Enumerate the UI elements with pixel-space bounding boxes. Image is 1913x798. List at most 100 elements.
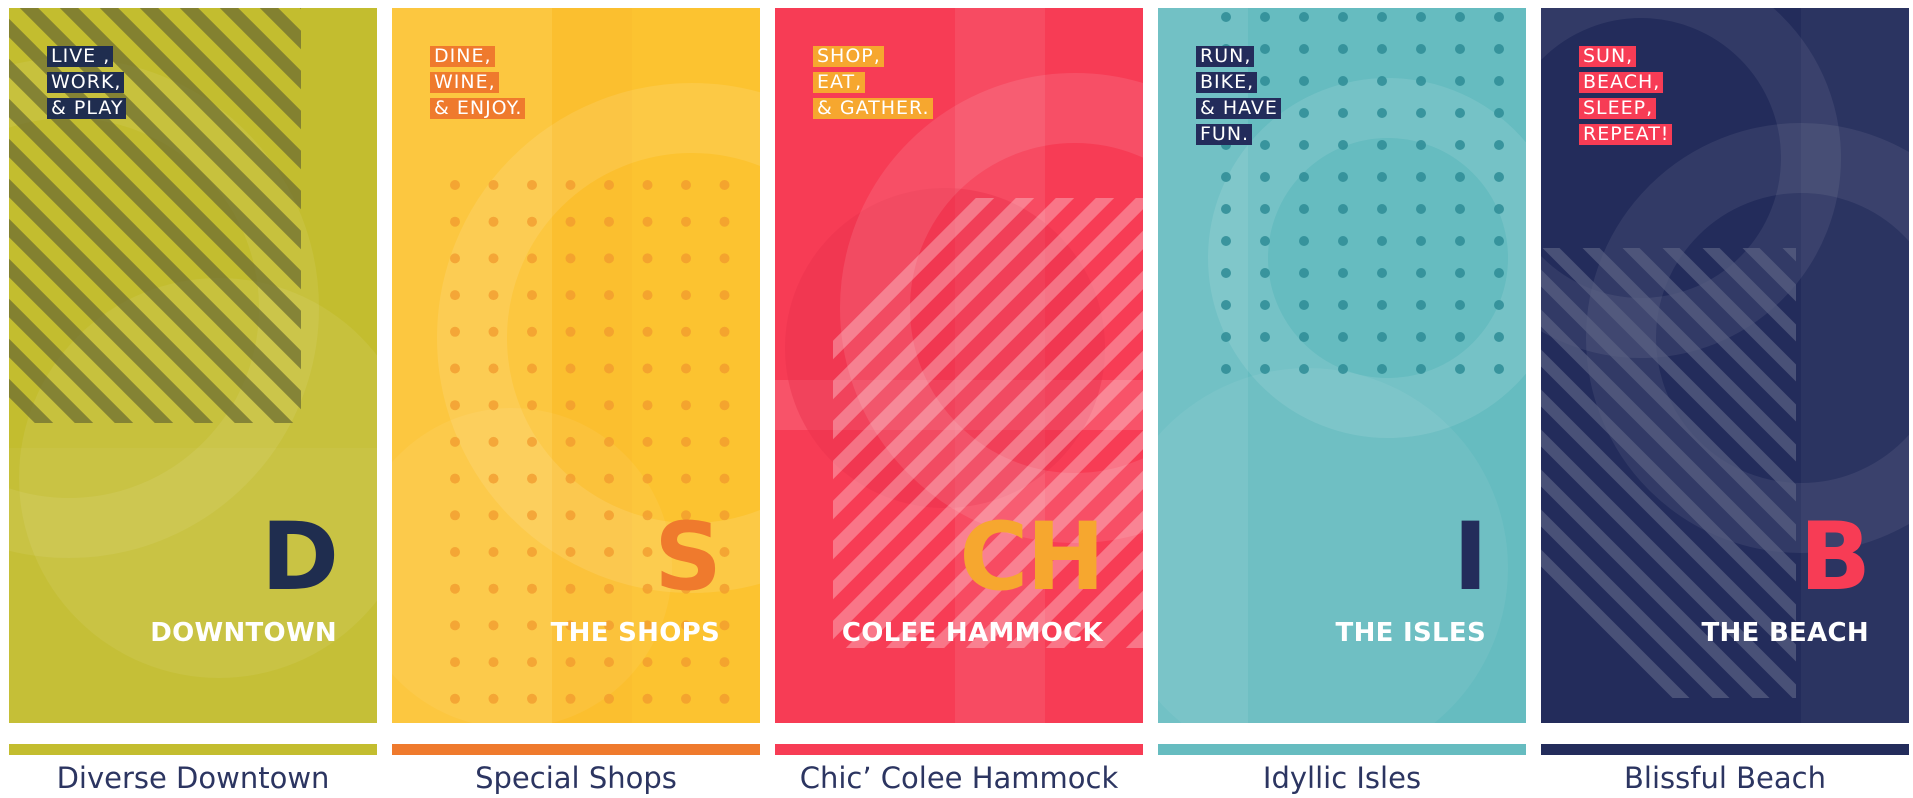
pattern-dot xyxy=(719,436,730,447)
pattern-dot xyxy=(450,510,460,521)
pattern-dot xyxy=(1221,172,1231,182)
pattern-dot xyxy=(527,620,537,631)
pattern-dot xyxy=(527,216,537,227)
pattern-dot xyxy=(604,400,614,411)
pattern-dot xyxy=(1260,268,1270,278)
tagline-word: SHOP, xyxy=(813,46,884,67)
tagline-word: & HAVE xyxy=(1196,98,1281,119)
pattern-dot xyxy=(604,657,614,668)
tagline-word: WORK, xyxy=(47,72,125,93)
pattern-dot xyxy=(488,657,499,668)
pattern-dot xyxy=(1416,44,1426,54)
pattern-dot xyxy=(1260,364,1270,374)
tagline: SHOP, EAT, & GATHER. xyxy=(813,46,933,119)
pattern-dot xyxy=(719,216,730,227)
pattern-dot xyxy=(1377,76,1387,86)
pattern-dot xyxy=(450,363,460,374)
pattern-dot xyxy=(565,510,576,521)
caption-shops: Special Shops xyxy=(475,761,677,795)
pattern-dot xyxy=(527,547,537,557)
color-bar-shops xyxy=(392,744,760,755)
tagline: SUN, BEACH, SLEEP, REPEAT! xyxy=(1579,46,1673,145)
color-bar-colee-hammock xyxy=(775,744,1143,755)
pattern-dot xyxy=(1494,12,1504,22)
tagline-word: FUN. xyxy=(1196,124,1253,145)
pattern-dot xyxy=(1494,140,1504,150)
district-name: THE SHOPS xyxy=(550,618,720,648)
pattern-dot xyxy=(1455,236,1465,246)
pattern-dot xyxy=(642,180,653,190)
pattern-dot xyxy=(1299,140,1309,150)
pattern-dot xyxy=(527,326,537,337)
pattern-dot xyxy=(642,583,653,594)
pattern-dot xyxy=(1455,300,1465,310)
caption-beach: Blissful Beach xyxy=(1624,761,1826,795)
pattern-dot xyxy=(450,216,460,227)
pattern-dot xyxy=(1377,108,1387,118)
pattern-dot xyxy=(681,400,691,411)
pattern-dot xyxy=(1416,76,1426,86)
color-bar-downtown xyxy=(9,744,377,755)
pattern-dot xyxy=(1455,268,1465,278)
pattern-dot xyxy=(1299,364,1309,374)
tagline-word: DINE, xyxy=(430,46,495,67)
pattern-dot xyxy=(1221,300,1231,310)
pattern-dot xyxy=(1494,108,1504,118)
pattern-dot xyxy=(1221,236,1231,246)
pattern-dot xyxy=(604,473,614,484)
pattern-dot xyxy=(719,180,730,190)
pattern-dot xyxy=(719,583,730,594)
pattern-dot xyxy=(1338,236,1348,246)
pattern-dot xyxy=(719,473,730,484)
district-name: THE ISLES xyxy=(1335,618,1486,648)
pattern-dot xyxy=(1494,76,1504,86)
district-letter: B xyxy=(1799,503,1871,612)
tagline-word: LIVE , xyxy=(47,46,114,67)
pattern-dot xyxy=(604,180,614,190)
pattern-dot xyxy=(565,400,576,411)
pattern-dot xyxy=(488,400,499,411)
pattern-dot xyxy=(719,253,730,264)
caption-downtown: Diverse Downtown xyxy=(56,761,330,795)
pattern-dot xyxy=(681,436,691,447)
pattern-dot xyxy=(488,216,499,227)
pattern-dot xyxy=(1338,332,1348,342)
pattern-dot xyxy=(1338,268,1348,278)
pattern-dot xyxy=(1260,204,1270,214)
pattern-dot xyxy=(527,657,537,668)
pattern-dot xyxy=(1494,204,1504,214)
tagline-word: REPEAT! xyxy=(1579,124,1673,145)
pattern-dot xyxy=(1260,300,1270,310)
pattern-dot xyxy=(488,180,499,190)
pattern-dot xyxy=(604,436,614,447)
tagline-word: & ENJOY. xyxy=(430,98,526,119)
pattern-dot xyxy=(1377,364,1387,374)
pattern-dot xyxy=(1299,12,1309,22)
pattern-dot xyxy=(565,436,576,447)
pattern-dot xyxy=(1338,300,1348,310)
pattern-dot xyxy=(450,436,460,447)
pattern-dot xyxy=(527,363,537,374)
pattern-dot xyxy=(565,473,576,484)
pattern-dot xyxy=(1260,172,1270,182)
pattern-dot xyxy=(1494,44,1504,54)
pattern-dot xyxy=(1416,204,1426,214)
pattern-dot xyxy=(604,547,614,557)
pattern-dot xyxy=(604,583,614,594)
pattern-dot xyxy=(488,363,499,374)
pattern-dot xyxy=(1455,204,1465,214)
pattern-dot xyxy=(527,290,537,301)
pattern-dot xyxy=(642,547,653,557)
pattern-dot xyxy=(1260,236,1270,246)
pattern-dot xyxy=(488,510,499,521)
pattern-dot xyxy=(450,547,460,557)
tagline-word: BIKE, xyxy=(1196,72,1258,93)
pattern-dot xyxy=(642,473,653,484)
pattern-dot xyxy=(681,693,691,704)
tagline-word: EAT, xyxy=(813,72,866,93)
pattern-dot xyxy=(565,363,576,374)
pattern-dot xyxy=(527,400,537,411)
pattern-dot xyxy=(527,473,537,484)
pattern-dot xyxy=(1299,204,1309,214)
pattern-dot xyxy=(642,693,653,704)
